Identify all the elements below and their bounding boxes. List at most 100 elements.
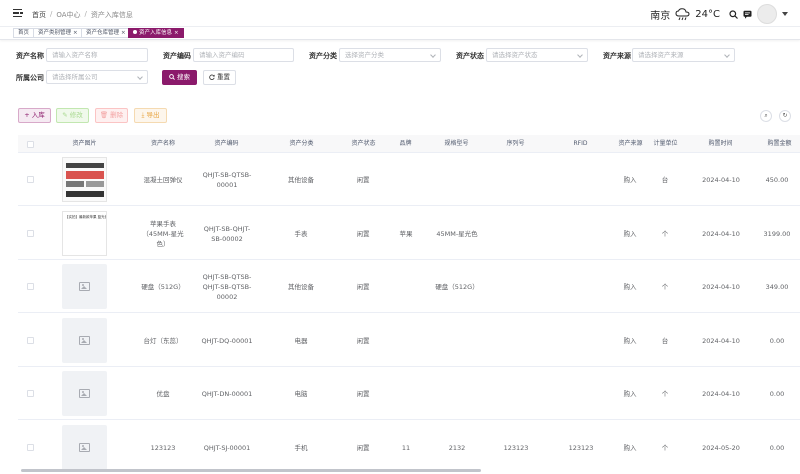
row-checkbox[interactable] xyxy=(27,336,34,344)
tab-label: 首页 xyxy=(18,30,30,36)
row-checkbox[interactable] xyxy=(27,229,34,237)
export-button[interactable]: ⤓ 导出 xyxy=(134,108,167,123)
model-cell: 2132 xyxy=(448,443,466,452)
column-header: 资产状态 xyxy=(351,140,376,147)
delete-button[interactable]: 🗑 删除 xyxy=(95,108,128,123)
trash-icon: 🗑 xyxy=(99,111,109,119)
image-placeholder[interactable] xyxy=(62,264,107,309)
label-asset-status: 资产状态 xyxy=(456,52,484,60)
column-header: 购置金额 xyxy=(767,140,792,147)
placeholder: 请选择所属公司 xyxy=(52,73,98,81)
row-checkbox[interactable] xyxy=(27,175,34,183)
asset-code-cell: QHJT-SB-QHJT-SB-00002 xyxy=(203,224,251,243)
table-row[interactable]: 硬盘（512G） QHJT-SB-QTSB-QHJT-SB-QTSB-00002 其… xyxy=(18,260,800,313)
purchase-date-cell: 2024-04-10 xyxy=(702,175,740,184)
refresh-icon: ↻ xyxy=(782,112,788,119)
column-header: 资产名称 xyxy=(150,140,175,147)
column-header: 资产分类 xyxy=(289,140,314,147)
close-icon[interactable]: × xyxy=(174,30,179,36)
asset-name-cell: 苹果手表（45MM-星光色） xyxy=(142,219,184,248)
company-select[interactable]: 请选择所属公司 xyxy=(46,70,148,84)
chevron-down-icon xyxy=(430,52,436,58)
placeholder: 请输入资产名称 xyxy=(52,51,98,59)
label-asset-category: 资产分类 xyxy=(309,52,337,60)
close-icon[interactable]: × xyxy=(73,30,78,36)
photo-detail xyxy=(86,181,104,187)
delete-button-label: 删除 xyxy=(110,111,124,119)
picture-icon xyxy=(79,389,90,398)
column-header: RFID xyxy=(573,140,588,147)
purchase-date-cell: 2024-04-10 xyxy=(702,229,740,238)
avatar[interactable] xyxy=(757,4,777,24)
asset-category-select[interactable]: 选择资产分类 xyxy=(339,48,441,62)
select-all-checkbox[interactable] xyxy=(27,141,34,148)
refresh-button[interactable]: ↻ xyxy=(779,110,791,122)
asset-status-cell: 闲置 xyxy=(356,175,370,184)
row-checkbox[interactable] xyxy=(27,282,34,290)
asset-status-select[interactable]: 请选择资产状态 xyxy=(486,48,588,62)
edit-button[interactable]: ✎ 修改 xyxy=(56,108,89,123)
asset-photo[interactable] xyxy=(62,157,107,202)
asset-status-cell: 闲置 xyxy=(356,389,370,398)
unit-cell: 台 xyxy=(661,175,669,184)
asset-code-cell: QHJT-SJ-00001 xyxy=(203,443,251,452)
toggle-search-button[interactable]: ⌕ xyxy=(760,110,772,122)
label-asset-name: 资产名称 xyxy=(16,52,44,60)
photo-detail xyxy=(66,191,104,197)
asset-name-input[interactable]: 请输入资产名称 xyxy=(46,48,148,62)
table-row[interactable]: 123123 QHJT-SJ-00001 手机 闲置 11 2132 123123 12312… xyxy=(18,421,800,469)
table-row[interactable]: 台灯（东蕊） QHJT-DQ-00001 电器 闲置 购入台 2024-04-10 0.00 xyxy=(18,314,800,367)
asset-category-cell: 手表 xyxy=(294,229,308,238)
asset-name-cell: 混凝土回弹仪 xyxy=(143,175,183,184)
add-button-label: 入库 xyxy=(31,111,45,119)
label-asset-source: 资产来源 xyxy=(603,52,631,60)
purchase-date-cell: 2024-05-20 xyxy=(702,443,740,452)
weather-city: 南京 xyxy=(650,10,671,22)
label-asset-code: 资产编码 xyxy=(163,52,191,60)
column-header: 序列号 xyxy=(506,140,525,147)
breadcrumb-home[interactable]: 首页 xyxy=(32,10,46,20)
menu-toggle-icon[interactable] xyxy=(13,9,23,17)
tab-asset-category[interactable]: 资产类别管理 × xyxy=(33,28,83,38)
asset-name-cell: 硬盘（512G） xyxy=(141,282,185,291)
message-icon[interactable] xyxy=(743,10,752,19)
asset-source-select[interactable]: 请选择资产来源 xyxy=(632,48,735,62)
asset-status-cell: 闲置 xyxy=(356,336,370,345)
model-cell: 45MM-星光色 xyxy=(436,229,478,238)
column-header: 购置时间 xyxy=(708,140,733,147)
unit-cell: 个 xyxy=(661,389,669,398)
row-checkbox[interactable] xyxy=(27,389,34,397)
asset-code-cell: QHJT-SB-QTSB-QHJT-SB-QTSB-00002 xyxy=(202,272,252,301)
asset-code-cell: QHJT-DQ-00001 xyxy=(201,336,253,345)
search-icon[interactable] xyxy=(729,9,738,19)
unit-cell: 个 xyxy=(661,282,669,291)
reset-button[interactable]: 重置 xyxy=(203,70,236,85)
purchase-date-cell: 2024-04-10 xyxy=(702,336,740,345)
tab-asset-inbound[interactable]: 资产入库信息 × xyxy=(128,28,184,38)
tab-home[interactable]: 首页 xyxy=(13,28,35,38)
asset-code-cell: QHJT-SB-QTSB-00001 xyxy=(202,170,252,189)
table-row[interactable]: 【实拍】最新款苹果 蓝光色 苹果手表（45MM-星光色） QHJT-SB-QHJT-… xyxy=(18,207,800,260)
amount-cell: 0.00 xyxy=(769,443,785,452)
chevron-down-icon[interactable] xyxy=(782,12,788,16)
image-placeholder[interactable] xyxy=(62,425,107,469)
horizontal-scrollbar[interactable] xyxy=(21,469,481,472)
tab-asset-warehouse[interactable]: 资产仓库管理 × xyxy=(81,28,131,38)
asset-name-cell: 优盘 xyxy=(156,389,170,398)
close-icon[interactable]: × xyxy=(121,30,126,36)
row-checkbox[interactable] xyxy=(27,443,34,451)
image-placeholder[interactable] xyxy=(62,318,107,363)
image-placeholder[interactable] xyxy=(62,371,107,416)
search-button[interactable]: 搜索 xyxy=(162,70,197,85)
picture-icon xyxy=(79,443,90,452)
asset-category-cell: 电器 xyxy=(294,336,308,345)
asset-photo[interactable]: 【实拍】最新款苹果 蓝光色 xyxy=(62,211,107,256)
amount-cell: 3199.00 xyxy=(763,229,791,238)
table-row[interactable]: 优盘 QHJT-DN-00001 电脑 闲置 购入个 2024-04-10 0.00 xyxy=(18,367,800,420)
asset-code-input[interactable]: 请输入资产编码 xyxy=(193,48,294,62)
export-button-label: 导出 xyxy=(146,111,160,119)
column-header: 资产编码 xyxy=(214,140,239,147)
table-row[interactable]: 混凝土回弹仪 QHJT-SB-QTSB-00001 其他设备 闲置 购入台 2024-04… xyxy=(18,153,800,206)
reset-button-label: 重置 xyxy=(217,73,231,81)
add-button[interactable]: + 入库 xyxy=(18,108,51,123)
